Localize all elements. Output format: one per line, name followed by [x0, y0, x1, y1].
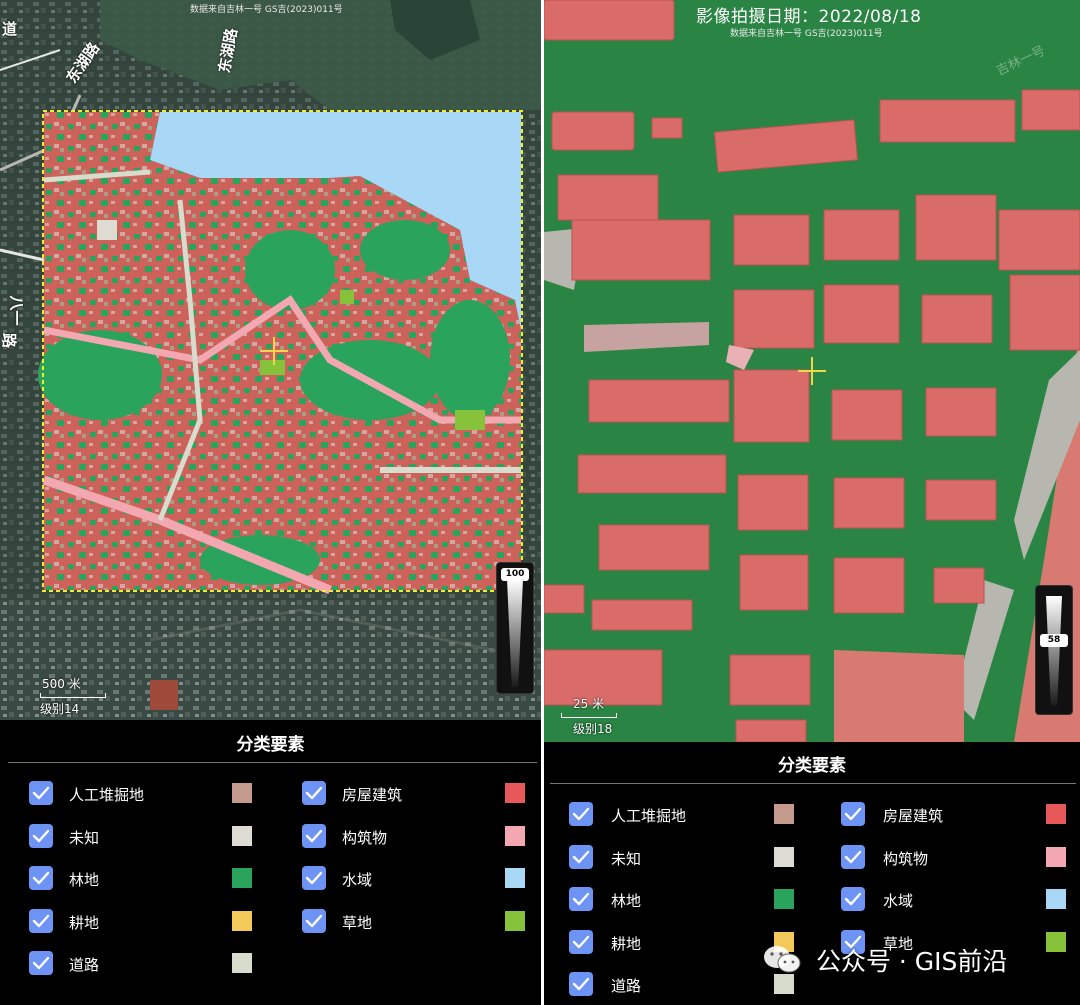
right-screen: 影像拍摄日期：2022/08/18 数据来自吉林一号 GS吉(2023)011号…	[544, 0, 1080, 1005]
legend-label: 道路	[69, 956, 100, 974]
legend-item[interactable]: 林地	[29, 866, 259, 892]
map-view[interactable]: 数据来自吉林一号 GS吉(2023)011号 东湖路 东湖路 道 路 八一 10…	[0, 0, 541, 720]
legend-label: 构筑物	[342, 828, 388, 847]
data-attribution: 数据来自吉林一号 GS吉(2023)011号	[190, 5, 343, 15]
legend-swatch	[1046, 889, 1066, 909]
scale-distance: 500 米	[42, 677, 81, 691]
legend-swatch	[232, 783, 252, 803]
opacity-track[interactable]	[1046, 596, 1062, 706]
legend-checkbox[interactable]	[302, 908, 326, 933]
legend-item[interactable]: 房屋建筑	[841, 802, 1071, 828]
legend-label: 构筑物	[883, 849, 929, 868]
legend-label: 水域	[883, 892, 914, 910]
legend-item[interactable]: 道路	[29, 951, 259, 977]
crosshair-icon	[798, 357, 826, 385]
zoom-level: 级别18	[573, 722, 613, 736]
opacity-slider[interactable]: 100	[496, 562, 534, 694]
legend-label: 未知	[69, 828, 100, 847]
wechat-watermark: 公众号 · GIS前沿	[762, 942, 1007, 982]
legend-label: 林地	[611, 892, 642, 910]
capture-date: 影像拍摄日期：2022/08/18	[696, 7, 922, 27]
legend-label: 水域	[342, 871, 373, 889]
watermark-text: 公众号 · GIS前沿	[815, 947, 1008, 976]
legend-label: 人工堆掘地	[69, 786, 145, 804]
legend-item[interactable]: 林地	[569, 887, 799, 913]
legend-swatch	[774, 846, 794, 867]
legend-item[interactable]: 水域	[841, 887, 1071, 913]
legend-swatch	[1046, 846, 1066, 867]
legend-checkbox[interactable]	[29, 781, 53, 805]
wechat-icon	[764, 946, 801, 973]
legend-checkbox[interactable]	[569, 844, 593, 869]
legend-item[interactable]: 人工堆掘地	[29, 781, 259, 807]
legend-swatch	[774, 889, 794, 909]
legend-swatch	[232, 953, 252, 973]
legend-item[interactable]: 草地	[302, 908, 532, 935]
legend-checkbox[interactable]	[29, 866, 53, 890]
legend-item[interactable]: 房屋建筑	[302, 781, 532, 807]
legend-item[interactable]: 水域	[302, 866, 532, 892]
left-screen: 数据来自吉林一号 GS吉(2023)011号 东湖路 东湖路 道 路 八一 10…	[0, 0, 541, 1005]
opacity-track[interactable]	[507, 579, 523, 687]
legend-label: 耕地	[611, 934, 642, 953]
map-view-zoomed[interactable]: 影像拍摄日期：2022/08/18 数据来自吉林一号 GS吉(2023)011号…	[544, 0, 1080, 742]
legend-checkbox[interactable]	[569, 972, 593, 996]
legend-item[interactable]: 耕地	[29, 908, 259, 935]
legend-swatch	[232, 825, 252, 846]
legend-checkbox[interactable]	[29, 823, 53, 848]
legend-label: 草地	[342, 913, 373, 932]
legend-checkbox[interactable]	[569, 802, 593, 826]
legend-swatch	[505, 783, 525, 803]
legend-title: 分类要素	[236, 735, 305, 755]
legend-checkbox[interactable]	[841, 887, 865, 911]
map-scale: 500 米 级别14	[40, 675, 106, 717]
road-label-bayi: 八一	[7, 295, 26, 326]
legend-swatch	[774, 804, 794, 824]
legend-divider	[8, 762, 537, 763]
zoom-level: 级别14	[40, 702, 80, 716]
legend-swatch	[1046, 804, 1066, 824]
legend-checkbox[interactable]	[569, 887, 593, 911]
legend-item[interactable]: 构筑物	[841, 844, 1071, 871]
road-label-lu: 路	[0, 332, 19, 349]
legend-checkbox[interactable]	[841, 802, 865, 826]
legend-swatch	[505, 868, 525, 888]
scale-bar	[561, 713, 617, 718]
legend-item[interactable]: 未知	[569, 844, 799, 871]
scale-bar	[40, 693, 106, 698]
legend-swatch	[232, 910, 252, 931]
legend-label: 未知	[611, 849, 642, 868]
legend-label: 房屋建筑	[883, 807, 944, 825]
legend-checkbox[interactable]	[302, 781, 326, 805]
scale-distance: 25 米	[573, 697, 605, 711]
legend-swatch	[505, 825, 525, 846]
legend-checkbox[interactable]	[29, 908, 53, 933]
legend-label: 房屋建筑	[342, 786, 403, 804]
opacity-value[interactable]: 58	[1040, 634, 1068, 647]
legend-swatch	[232, 868, 252, 888]
legend-item[interactable]: 人工堆掘地	[569, 802, 799, 828]
data-attribution: 数据来自吉林一号 GS吉(2023)011号	[730, 29, 883, 39]
legend-label: 人工堆掘地	[611, 807, 687, 825]
legend-checkbox[interactable]	[302, 866, 326, 890]
legend-checkbox[interactable]	[29, 951, 53, 975]
legend-label: 林地	[69, 871, 100, 889]
legend-checkbox[interactable]	[841, 844, 865, 869]
legend-checkbox[interactable]	[302, 823, 326, 848]
legend-label: 耕地	[69, 913, 100, 932]
legend-checkbox[interactable]	[569, 929, 593, 954]
map-scale: 25 米 级别18	[561, 695, 617, 737]
legend-title: 分类要素	[778, 756, 846, 776]
legend-divider	[550, 783, 1076, 784]
legend-item[interactable]: 构筑物	[302, 823, 532, 850]
opacity-slider[interactable]: 58	[1035, 585, 1073, 715]
legend-swatch	[1046, 931, 1066, 952]
opacity-value[interactable]: 100	[501, 568, 529, 581]
crosshair-icon	[260, 337, 288, 365]
legend-swatch	[505, 910, 525, 931]
legend-item[interactable]: 未知	[29, 823, 259, 850]
legend-label: 道路	[611, 977, 642, 995]
road-label-dao: 道	[2, 20, 18, 38]
